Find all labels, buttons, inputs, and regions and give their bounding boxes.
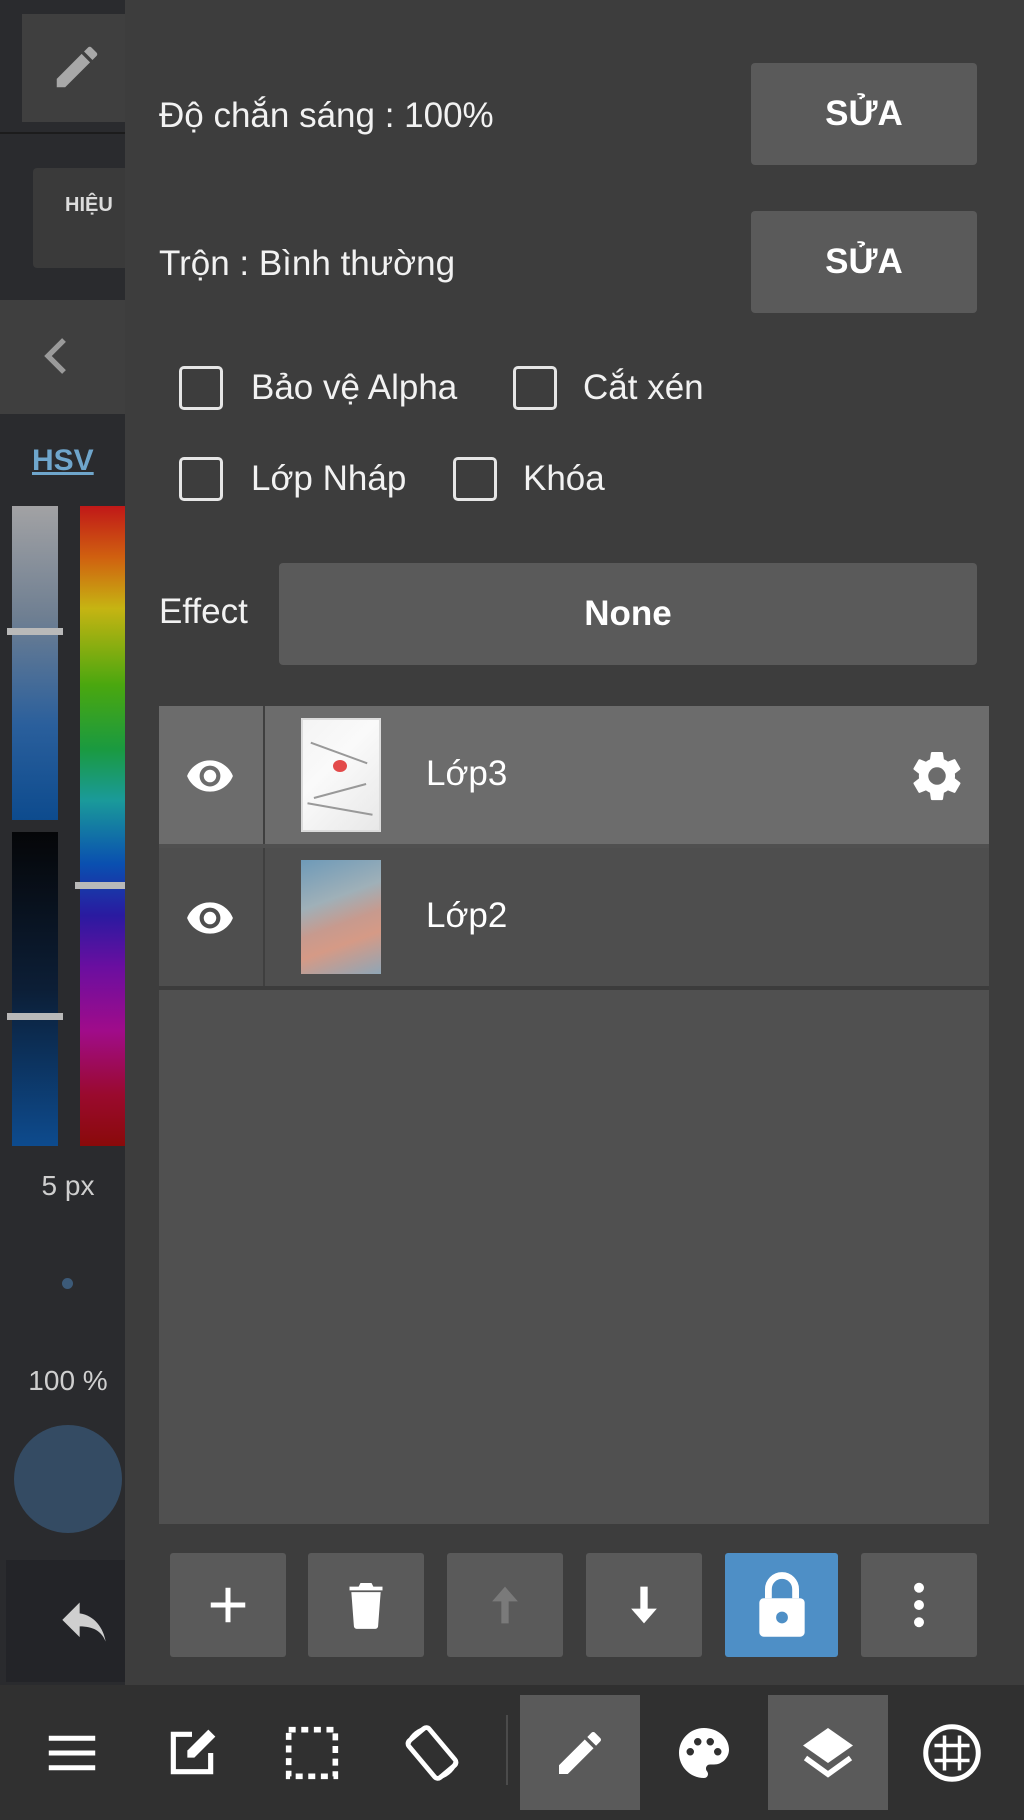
value-slider[interactable] <box>12 506 58 820</box>
edit-canvas-button[interactable] <box>132 1695 252 1810</box>
more-vertical-icon <box>914 1582 924 1628</box>
draft-layer-checkbox[interactable] <box>179 457 223 501</box>
add-layer-button[interactable] <box>170 1553 286 1657</box>
brush-opacity-label: 100 % <box>28 1365 108 1396</box>
arrow-up-icon <box>492 1586 518 1624</box>
effect-shortcut-button[interactable]: HIỆU <box>33 168 125 268</box>
divider <box>159 986 989 990</box>
protect-alpha-checkbox[interactable] <box>179 366 223 410</box>
edit-opacity-button[interactable]: SỬA <box>751 63 977 165</box>
left-tool-strip: HIỆU HSV 5 px 100 % <box>0 0 125 1685</box>
rotate-icon <box>405 1724 459 1781</box>
palette-icon <box>679 1727 729 1778</box>
edit-blend-button[interactable]: SỬA <box>751 211 977 313</box>
collapse-panel-button[interactable] <box>0 300 125 414</box>
undo-icon <box>62 1602 106 1642</box>
layer-toolbar <box>125 1553 1024 1657</box>
delete-layer-button[interactable] <box>308 1553 424 1657</box>
layer-thumbnail <box>301 718 381 832</box>
saturation-slider[interactable] <box>12 832 58 1146</box>
layer-thumbnail <box>301 860 381 974</box>
pen-tool-tab[interactable] <box>520 1695 640 1810</box>
blend-mode-label: Trộn : Bình thường <box>159 244 456 283</box>
selection-tool-button[interactable] <box>252 1695 372 1810</box>
eye-icon <box>187 760 233 792</box>
menu-icon <box>48 1735 96 1770</box>
chevron-left-icon <box>44 338 66 374</box>
selection-icon <box>285 1726 339 1779</box>
brush-preview-dot <box>62 1278 73 1289</box>
visibility-toggle[interactable] <box>159 848 265 986</box>
divider <box>0 132 125 134</box>
clipping-label: Cắt xén <box>583 368 704 407</box>
opacity-label: Độ chắn sáng : 100% <box>159 96 494 135</box>
draft-layer-label: Lớp Nháp <box>251 459 407 498</box>
hue-slider-thumb[interactable] <box>75 882 125 889</box>
effect-select-button[interactable]: None <box>279 563 977 665</box>
layers-icon <box>803 1727 853 1778</box>
more-options-button[interactable] <box>861 1553 977 1657</box>
value-slider-thumb[interactable] <box>7 628 63 635</box>
plus-icon <box>210 1587 246 1623</box>
layer-name: Lớp3 <box>426 754 508 793</box>
brush-size-label: 5 px <box>41 1170 95 1201</box>
move-layer-down-button[interactable] <box>586 1553 702 1657</box>
protect-alpha-label: Bảo vệ Alpha <box>251 368 458 407</box>
current-color-swatch[interactable] <box>14 1425 122 1533</box>
effect-shortcut-label: HIỆU <box>65 194 113 216</box>
layer-panel: Độ chắn sáng : 100% SỬA Trộn : Bình thườ… <box>125 0 1024 1685</box>
clipping-checkbox[interactable] <box>513 366 557 410</box>
hue-slider[interactable] <box>80 506 125 1146</box>
color-palette-tab[interactable] <box>644 1695 764 1810</box>
color-mode-link[interactable]: HSV <box>32 444 94 478</box>
layer-name: Lớp2 <box>426 896 508 935</box>
saturation-slider-thumb[interactable] <box>7 1013 63 1020</box>
lock-label: Khóa <box>523 459 605 498</box>
effect-label: Effect <box>159 592 248 631</box>
layer-row-lop3[interactable]: Lớp3 <box>159 706 989 844</box>
lock-layer-button[interactable] <box>725 1553 838 1657</box>
layers-tab[interactable] <box>768 1695 888 1810</box>
grid-icon <box>923 1723 981 1782</box>
layer-row-lop2[interactable]: Lớp2 <box>159 848 989 986</box>
rotate-canvas-button[interactable] <box>372 1695 492 1810</box>
menu-button[interactable] <box>12 1695 132 1810</box>
material-grid-tab[interactable] <box>892 1695 1012 1810</box>
pen-icon <box>56 46 98 88</box>
pen-tool-button[interactable] <box>22 14 125 122</box>
gear-icon <box>913 751 961 801</box>
bottom-navigation-bar <box>0 1685 1024 1820</box>
visibility-toggle[interactable] <box>159 706 265 844</box>
lock-checkbox[interactable] <box>453 457 497 501</box>
edit-note-icon <box>170 1729 216 1774</box>
undo-button[interactable] <box>6 1560 125 1682</box>
move-layer-up-button[interactable] <box>447 1553 563 1657</box>
divider <box>506 1715 508 1785</box>
layer-list: Lớp3 Lớp2 <box>159 706 989 1524</box>
pen-icon <box>559 1731 602 1774</box>
lock-icon <box>758 1572 805 1637</box>
layer-settings-button[interactable] <box>907 746 967 811</box>
eye-icon <box>187 902 233 934</box>
arrow-down-icon <box>631 1586 657 1624</box>
trash-icon <box>349 1583 383 1629</box>
